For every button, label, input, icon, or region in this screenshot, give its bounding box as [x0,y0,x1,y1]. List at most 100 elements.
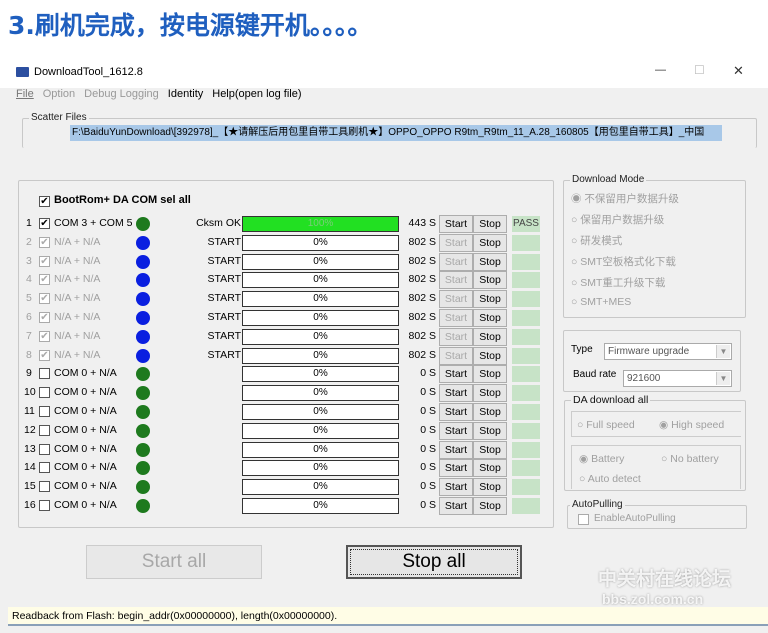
menu-option[interactable]: Option [43,88,75,100]
port-start-button[interactable]: Start [439,365,473,384]
port-start-button[interactable]: Start [439,478,473,497]
port-time: 802 S [408,348,436,361]
auto-detect-label: Auto detect [587,473,641,485]
type-select[interactable]: Firmware upgrade ▼ [604,343,732,360]
port-stop-button[interactable]: Stop [473,346,507,365]
maximize-button[interactable]: ☐ [694,63,705,77]
port-checkbox[interactable] [39,481,50,493]
high-speed-radio[interactable]: ◉ High speed [659,419,724,431]
port-checkbox[interactable] [39,462,50,474]
menu-file[interactable]: File [16,88,34,100]
scatter-files-group: Scatter Files F:\BaiduYunDownload\[39297… [22,112,757,148]
port-stop-button[interactable]: Stop [473,252,507,271]
progress-bar: 0% [242,310,399,326]
port-start-button[interactable]: Start [439,215,473,233]
port-com: N/A + N/A [54,348,101,361]
port-start-button[interactable]: Start [439,290,473,309]
port-stop-button[interactable]: Stop [473,459,507,478]
download-mode-radio[interactable]: ○ 保留用户数据升级 [571,212,664,227]
menu-identity[interactable]: Identity [168,88,203,100]
port-checkbox[interactable]: ✔ [39,255,50,267]
battery-radio[interactable]: ◉ Battery [579,453,624,465]
port-checkbox[interactable]: ✔ [39,236,50,248]
port-checkbox[interactable] [39,368,50,380]
stop-all-button[interactable]: Stop all [346,545,522,579]
full-speed-radio[interactable]: ○ Full speed [577,419,635,431]
port-stop-button[interactable]: Stop [473,421,507,440]
type-label: Type [571,344,593,355]
baud-select[interactable]: 921600 ▼ [623,370,732,387]
port-checkbox[interactable]: ✔ [39,218,50,229]
port-stop-button[interactable]: Stop [473,365,507,384]
port-checkbox[interactable]: ✔ [39,293,50,305]
port-checkbox[interactable] [39,406,50,417]
autopulling-label: AutoPulling [570,499,625,510]
window-title: DownloadTool_1612.8 [34,66,143,78]
port-status-led [136,348,150,363]
port-start-button[interactable]: Start [439,497,473,515]
sel-all-label: BootRom+ DA COM sel all [54,194,191,206]
download-mode-option: 保留用户数据升级 [580,214,665,226]
close-button[interactable]: ✕ [733,63,744,79]
watermark-url: bbs.zol.com.cn [602,591,704,607]
port-stop-button[interactable]: Stop [473,290,507,309]
port-status-led [136,329,150,344]
port-row: 1 ✔ COM 3 + COM 5 Cksm OK 100% 443 S Start Stop… [19,215,559,233]
port-stop-button[interactable]: Stop [473,215,507,233]
download-mode-radio[interactable]: ◉ 不保留用户数据升级 [571,191,679,206]
progress-text: 0% [313,443,328,455]
port-time: 0 S [420,442,436,455]
port-stop-button[interactable]: Stop [473,497,507,515]
port-com: COM 0 + N/A [54,461,117,474]
port-time: 0 S [420,480,436,493]
download-mode-radio[interactable]: ○ SMT重工升级下载 [571,275,665,290]
port-row: 15 COM 0 + N/A 0% 0 S Start Stop [19,478,559,497]
port-status-led [136,423,150,438]
menu-help[interactable]: Help(open log file) [212,88,301,100]
port-stop-button[interactable]: Stop [473,403,507,421]
port-start-button[interactable]: Start [439,421,473,440]
chevron-down-icon: ▼ [716,372,730,385]
scatter-path-field[interactable]: F:\BaiduYunDownload\[392978]_【★请解压后用包里自带… [70,125,722,141]
sel-all-checkbox[interactable]: ✔ [39,196,50,207]
progress-text: 0% [313,293,328,305]
port-stop-button[interactable]: Stop [473,327,507,346]
port-stop-button[interactable]: Stop [473,271,507,290]
port-start-button[interactable]: Start [439,327,473,346]
port-start-button[interactable]: Start [439,440,473,459]
download-mode-radio[interactable]: ○ 研发模式 [571,233,622,248]
port-checkbox[interactable]: ✔ [39,312,50,323]
port-checkbox[interactable]: ✔ [39,274,50,286]
download-mode-radio[interactable]: ○ SMT空板格式化下载 [571,254,676,269]
port-stop-button[interactable]: Stop [473,440,507,459]
port-start-button[interactable]: Start [439,346,473,365]
download-mode-radio[interactable]: ○ SMT+MES [571,296,631,308]
port-stop-button[interactable]: Stop [473,384,507,403]
port-start-button[interactable]: Start [439,403,473,421]
port-checkbox[interactable]: ✔ [39,330,50,342]
progress-bar: 0% [242,479,399,496]
no-battery-radio[interactable]: ○ No battery [661,453,719,465]
minimize-button[interactable]: — [655,64,666,76]
port-checkbox[interactable]: ✔ [39,349,50,361]
port-start-button[interactable]: Start [439,233,473,252]
port-number: 2 [26,235,32,248]
port-start-button[interactable]: Start [439,271,473,290]
start-all-button[interactable]: Start all [86,545,262,579]
port-start-button[interactable]: Start [439,252,473,271]
port-start-button[interactable]: Start [439,384,473,403]
port-checkbox[interactable] [39,387,50,399]
port-stop-button[interactable]: Stop [473,309,507,327]
port-stop-button[interactable]: Stop [473,233,507,252]
port-start-button[interactable]: Start [439,309,473,327]
port-checkbox[interactable] [39,500,50,511]
port-stop-button[interactable]: Stop [473,478,507,497]
progress-bar: 0% [242,385,399,402]
port-checkbox[interactable] [39,424,50,436]
auto-detect-radio[interactable]: ○ Auto detect [579,473,641,485]
port-status: START [207,273,241,286]
port-checkbox[interactable] [39,443,50,455]
port-start-button[interactable]: Start [439,459,473,478]
menu-debug-logging[interactable]: Debug Logging [84,88,159,100]
enable-autopulling-checkbox[interactable] [578,514,589,525]
